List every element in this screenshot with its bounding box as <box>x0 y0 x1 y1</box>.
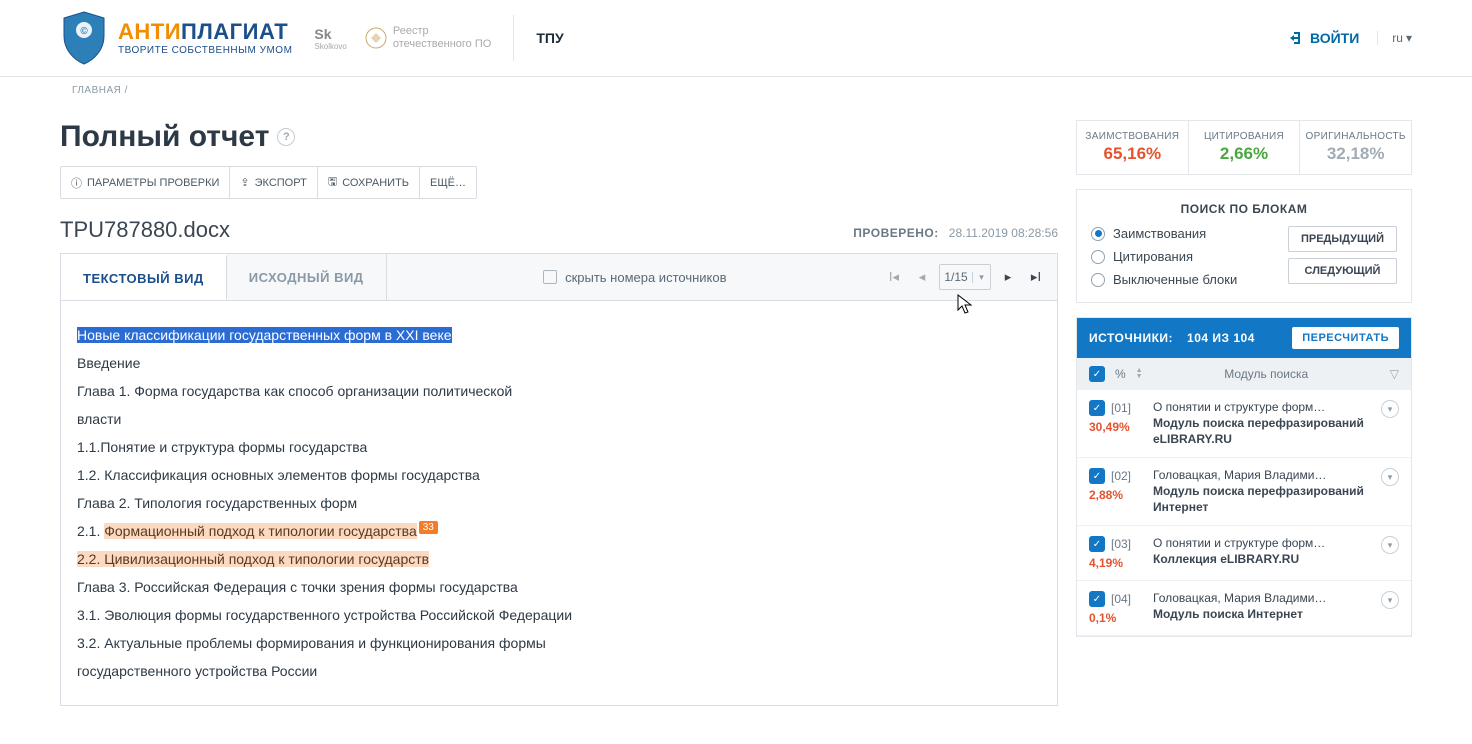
info-icon: ⓘ <box>71 175 82 191</box>
logo[interactable]: © АНТИПЛАГИАТ ТВОРИТЕ СОБСТВЕННЫМ УМОМ <box>60 10 292 66</box>
breadcrumb-home[interactable]: ГЛАВНАЯ <box>72 85 121 96</box>
save-button[interactable]: 🖫СОХРАНИТЬ <box>318 167 420 198</box>
checkbox-icon <box>543 270 557 284</box>
partner-logos: Sk Skolkovo Реестротечественного ПО <box>314 25 491 51</box>
chevron-down-icon: ▾ <box>972 272 990 283</box>
stat-citations[interactable]: ЦИТИРОВАНИЯ 2,66% <box>1189 121 1301 174</box>
page-input[interactable]: 1/15 ▾ <box>939 264 991 290</box>
org-name: ТПУ <box>536 30 563 46</box>
check-params-button[interactable]: ⓘПАРАМЕТРЫ ПРОВЕРКИ <box>61 167 230 198</box>
select-all-checkbox[interactable]: ✓ <box>1089 366 1105 382</box>
source-checkbox[interactable]: ✓ <box>1089 591 1105 607</box>
sources-filter-row: ✓ % ▲▼ Модуль поиска ▽ <box>1077 358 1411 390</box>
radio-disabled-blocks[interactable]: Выключенные блоки <box>1091 272 1237 287</box>
recalculate-button[interactable]: ПЕРЕСЧИТАТЬ <box>1292 327 1399 349</box>
sources-panel: ИСТОЧНИКИ: 104 ИЗ 104 ПЕРЕСЧИТАТЬ ✓ % ▲▼… <box>1076 317 1412 637</box>
stat-borrowings[interactable]: ЗАИМСТВОВАНИЯ 65,16% <box>1077 121 1189 174</box>
next-block-button[interactable]: СЛЕДУЮЩИЙ <box>1288 258 1397 284</box>
expand-source-button[interactable]: ▾ <box>1381 536 1399 554</box>
highlight-borrow[interactable]: 2.2. Цивилизационный подход к типологии … <box>77 551 429 567</box>
source-item[interactable]: ✓[04] 0,1% Головацкая, Мария Владими… Мо… <box>1077 581 1411 636</box>
sort-icon[interactable]: ▲▼ <box>1136 368 1143 380</box>
chevron-down-icon: ▾ <box>1406 31 1412 45</box>
source-checkbox[interactable]: ✓ <box>1089 468 1105 484</box>
radio-borrowings[interactable]: Заимствования <box>1091 226 1237 241</box>
source-checkbox[interactable]: ✓ <box>1089 400 1105 416</box>
checked-timestamp: ПРОВЕРЕНО: 28.11.2019 08:28:56 <box>853 226 1058 240</box>
expand-source-button[interactable]: ▾ <box>1381 591 1399 609</box>
source-tag-33[interactable]: 33 <box>419 521 438 534</box>
sources-list: ✓[01] 30,49% О понятии и структуре форм…… <box>1077 390 1411 636</box>
brand-prefix: АНТИ <box>118 19 181 44</box>
hide-source-numbers-checkbox[interactable]: скрыть номера источников <box>543 270 726 285</box>
export-button[interactable]: ⇪ЭКСПОРТ <box>230 167 317 198</box>
expand-source-button[interactable]: ▾ <box>1381 468 1399 486</box>
export-icon: ⇪ <box>240 176 249 189</box>
save-icon: 🖫 <box>328 173 337 192</box>
tab-text-view[interactable]: ТЕКСТОВЫЙ ВИД <box>61 254 227 300</box>
expand-source-button[interactable]: ▾ <box>1381 400 1399 418</box>
filter-icon[interactable]: ▽ <box>1390 367 1399 381</box>
help-icon[interactable]: ? <box>277 128 295 146</box>
highlight-citation[interactable]: Новые классификации государственных форм… <box>77 327 452 343</box>
brand-suffix: ПЛАГИАТ <box>181 19 288 44</box>
highlight-borrow[interactable]: Формационный подход к типологии государс… <box>104 523 417 539</box>
radio-citations[interactable]: Цитирования <box>1091 249 1237 264</box>
source-item[interactable]: ✓[01] 30,49% О понятии и структуре форм…… <box>1077 390 1411 458</box>
svg-text:©: © <box>80 26 88 37</box>
document-text: Новые классификации государственных форм… <box>60 301 1058 706</box>
source-item[interactable]: ✓[02] 2,88% Головацкая, Мария Владими… М… <box>1077 458 1411 526</box>
prev-block-button[interactable]: ПРЕДЫДУЩИЙ <box>1288 226 1397 252</box>
last-page-button[interactable]: ▸I <box>1025 266 1047 288</box>
action-toolbar: ⓘПАРАМЕТРЫ ПРОВЕРКИ ⇪ЭКСПОРТ 🖫СОХРАНИТЬ … <box>60 166 477 199</box>
login-icon <box>1288 30 1304 46</box>
login-button[interactable]: ВОЙТИ <box>1288 30 1359 46</box>
more-button[interactable]: ЕЩЁ… <box>420 167 476 198</box>
next-page-button[interactable]: ▸ <box>997 266 1019 288</box>
view-tabs: ТЕКСТОВЫЙ ВИД ИСХОДНЫЙ ВИД скрыть номера… <box>60 253 1058 301</box>
shield-icon: © <box>60 10 108 66</box>
brand-tagline: ТВОРИТЕ СОБСТВЕННЫМ УМОМ <box>118 45 292 56</box>
page-title: Полный отчет ? <box>60 120 1058 154</box>
document-filename: TPU787880.docx <box>60 217 230 243</box>
source-checkbox[interactable]: ✓ <box>1089 536 1105 552</box>
language-selector[interactable]: ru ▾ <box>1377 31 1412 45</box>
stats-panel: ЗАИМСТВОВАНИЯ 65,16% ЦИТИРОВАНИЯ 2,66% О… <box>1076 120 1412 175</box>
stat-originality[interactable]: ОРИГИНАЛЬНОСТЬ 32,18% <box>1300 121 1411 174</box>
breadcrumb: ГЛАВНАЯ / <box>0 77 1472 102</box>
pager: I◂ ◂ 1/15 ▾ ▸ ▸I <box>883 264 1057 290</box>
app-header: © АНТИПЛАГИАТ ТВОРИТЕ СОБСТВЕННЫМ УМОМ S… <box>0 0 1472 77</box>
reestr-logo: Реестротечественного ПО <box>365 25 491 51</box>
source-item[interactable]: ✓[03] 4,19% О понятии и структуре форм… … <box>1077 526 1411 581</box>
sources-header: ИСТОЧНИКИ: 104 ИЗ 104 ПЕРЕСЧИТАТЬ <box>1077 318 1411 358</box>
tab-source-view[interactable]: ИСХОДНЫЙ ВИД <box>227 254 387 300</box>
first-page-button[interactable]: I◂ <box>883 266 905 288</box>
block-search-panel: ПОИСК ПО БЛОКАМ Заимствования Цитировани… <box>1076 189 1412 303</box>
skolkovo-logo: Sk <box>314 26 346 42</box>
prev-page-button[interactable]: ◂ <box>911 266 933 288</box>
